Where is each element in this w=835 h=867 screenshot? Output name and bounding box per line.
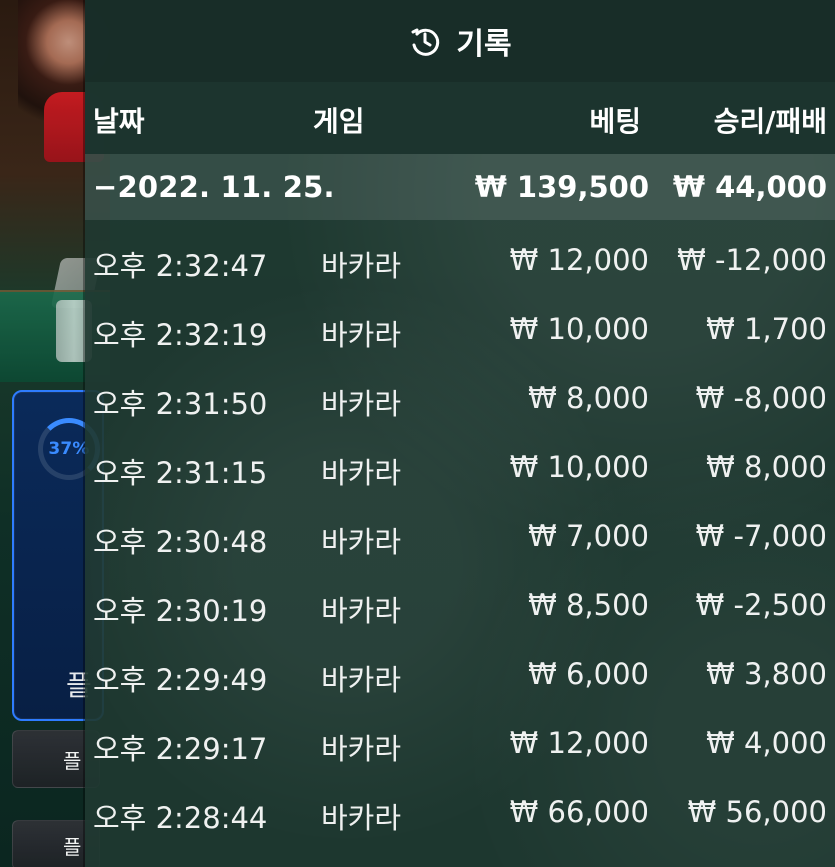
row-game: 바카라 <box>321 456 402 490</box>
row-win-loss: ₩ 3,800 <box>706 657 827 691</box>
row-game: 바카라 <box>321 387 402 421</box>
row-game: 바카라 <box>321 594 402 628</box>
history-icon <box>408 24 442 58</box>
table-row[interactable]: 오후 2:29:49 바카라 ₩ 6,000 ₩ 3,800 <box>85 642 835 704</box>
table-row[interactable]: 오후 2:30:19 바카라 ₩ 8,500 ₩ -2,500 <box>85 573 835 635</box>
row-time: 오후 2:30:19 <box>93 594 268 628</box>
game-screen: 37% 플 플 플 기록 날짜 게임 베팅 승리/패배 −2022. 11. 2… <box>0 0 835 867</box>
row-win-loss: ₩ -7,000 <box>695 519 827 553</box>
summary-date: −2022. 11. 25. <box>93 170 335 204</box>
row-time: 오후 2:28:44 <box>93 801 268 835</box>
table-row[interactable]: 오후 2:31:50 바카라 ₩ 8,000 ₩ -8,000 <box>85 366 835 428</box>
row-bet: ₩ 10,000 <box>509 450 649 484</box>
row-time: 오후 2:32:19 <box>93 318 268 352</box>
row-bet: ₩ 8,500 <box>528 588 649 622</box>
row-win-loss: ₩ 8,000 <box>706 450 827 484</box>
row-win-loss: ₩ -8,000 <box>695 381 827 415</box>
row-bet: ₩ 7,000 <box>528 519 649 553</box>
table-row[interactable]: 오후 2:29:17 바카라 ₩ 12,000 ₩ 4,000 <box>85 711 835 773</box>
row-win-loss: ₩ -12,000 <box>677 243 827 277</box>
row-game: 바카라 <box>321 249 402 283</box>
row-time: 오후 2:32:47 <box>93 249 268 283</box>
row-time: 오후 2:31:15 <box>93 456 268 490</box>
row-bet: ₩ 8,000 <box>528 381 649 415</box>
column-header-win-loss: 승리/패배 <box>713 105 827 138</box>
row-time: 오후 2:29:17 <box>93 732 268 766</box>
row-game: 바카라 <box>321 318 402 352</box>
daily-summary-row[interactable]: −2022. 11. 25. ₩ 139,500 ₩ 44,000 <box>85 154 835 220</box>
records-title: 기록 <box>456 27 512 62</box>
records-panel: 기록 날짜 게임 베팅 승리/패배 −2022. 11. 25. ₩ 139,5… <box>85 0 835 867</box>
row-game: 바카라 <box>321 732 402 766</box>
row-bet: ₩ 66,000 <box>509 795 649 829</box>
table-row[interactable]: 오후 2:32:47 바카라 ₩ 12,000 ₩ -12,000 <box>85 228 835 290</box>
table-row[interactable]: 오후 2:31:15 바카라 ₩ 10,000 ₩ 8,000 <box>85 435 835 497</box>
row-game: 바카라 <box>321 801 402 835</box>
row-time: 오후 2:29:49 <box>93 663 268 697</box>
summary-bet-total: ₩ 139,500 <box>474 170 649 204</box>
row-win-loss: ₩ 1,700 <box>706 312 827 346</box>
row-time: 오후 2:31:50 <box>93 387 268 421</box>
table-row[interactable]: 오후 2:32:19 바카라 ₩ 10,000 ₩ 1,700 <box>85 297 835 359</box>
row-time: 오후 2:30:48 <box>93 525 268 559</box>
row-game: 바카라 <box>321 663 402 697</box>
column-header-date: 날짜 <box>93 105 145 138</box>
table-row[interactable]: 오후 2:28:44 바카라 ₩ 66,000 ₩ 56,000 <box>85 780 835 842</box>
records-column-headers: 날짜 게임 베팅 승리/패배 <box>85 82 835 154</box>
table-row[interactable]: 오후 2:30:48 바카라 ₩ 7,000 ₩ -7,000 <box>85 504 835 566</box>
row-win-loss: ₩ 56,000 <box>687 795 827 829</box>
row-bet: ₩ 6,000 <box>528 657 649 691</box>
row-win-loss: ₩ 4,000 <box>706 726 827 760</box>
column-header-bet: 베팅 <box>589 105 641 138</box>
row-bet: ₩ 12,000 <box>509 243 649 277</box>
column-header-game: 게임 <box>313 105 365 138</box>
summary-win-loss-total: ₩ 44,000 <box>673 170 827 204</box>
records-header: 기록 <box>85 0 835 82</box>
row-bet: ₩ 10,000 <box>509 312 649 346</box>
row-bet: ₩ 12,000 <box>509 726 649 760</box>
row-win-loss: ₩ -2,500 <box>695 588 827 622</box>
row-game: 바카라 <box>321 525 402 559</box>
